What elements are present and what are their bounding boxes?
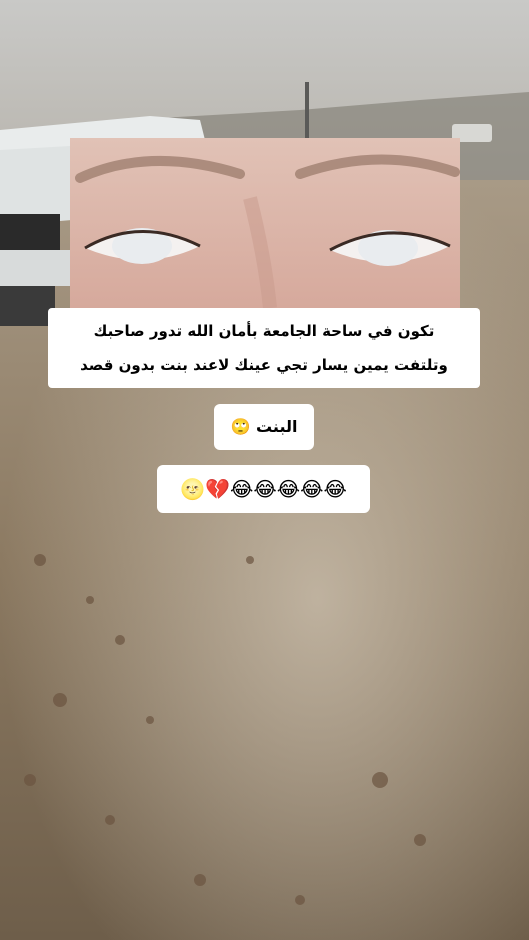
caption-main: تكون في ساحة الجامعة بأمان الله تدور صاح… [48,308,480,388]
caption-emojis: 😂😂😂😂😂💔🌝 [157,465,370,513]
caption-line-2: وتلتفت يمين يسار تجي عينك لاعند بنت بدون… [80,356,448,374]
caption-line-1: تكون في ساحة الجامعة بأمان الله تدور صاح… [93,322,435,340]
eyes-photo [70,138,460,308]
caption-girl: البنت 🙄 [214,404,314,450]
